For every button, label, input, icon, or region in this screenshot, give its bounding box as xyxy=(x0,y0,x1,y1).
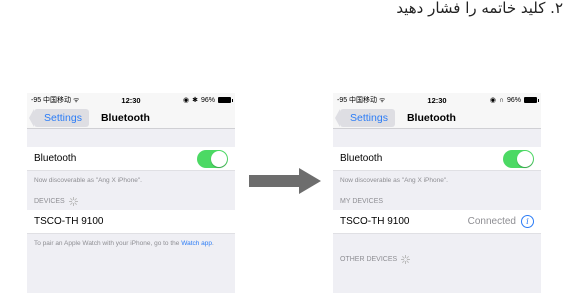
navigation-bar: Settings Bluetooth xyxy=(333,107,541,129)
device-name: TSCO-TH 9100 xyxy=(340,216,410,227)
settings-back-button[interactable]: Settings xyxy=(29,108,89,127)
page-title: Bluetooth xyxy=(100,111,150,124)
status-time: 12:30 xyxy=(427,95,447,105)
bluetooth-label: Bluetooth xyxy=(34,153,77,164)
other-devices-section-header: OTHER DEVICES xyxy=(333,248,541,268)
discoverable-note: Now discoverable as "Ang X iPhone". xyxy=(34,177,142,184)
page-title: Bluetooth xyxy=(406,111,456,124)
bluetooth-row: Bluetooth xyxy=(333,147,541,171)
device-row[interactable]: TSCO-TH 9100 xyxy=(27,210,235,234)
discoverable-note: Now discoverable as "Ang X iPhone". xyxy=(340,177,448,184)
bluetooth-label: Bluetooth xyxy=(340,153,383,164)
settings-back-button[interactable]: Settings xyxy=(335,108,395,127)
my-devices-section-header: MY DEVICES xyxy=(333,190,541,210)
navigation-bar: Settings Bluetooth xyxy=(27,107,235,129)
device-row[interactable]: TSCO-TH 9100 Connected i xyxy=(333,210,541,234)
phone-screen-before: -95 中国移动 ᯤ 12:30 ◉ ✱ 96% Settings Blueto… xyxy=(27,93,235,293)
devices-section-header: DEVICES xyxy=(27,190,235,210)
status-bar: -95 中国移动 ᯤ 12:30 ◉ ✱ 96% xyxy=(27,93,235,107)
other-devices-header-label: OTHER DEVICES xyxy=(340,255,398,263)
my-devices-header-label: MY DEVICES xyxy=(340,197,384,205)
phone-screen-after: -95 中国移动 ᯤ 12:30 ◉ ∩ 96% Settings Blueto… xyxy=(333,93,541,293)
instruction-caption: ۲. کلید خاتمه را فشار دهید xyxy=(396,0,563,17)
loading-spinner-icon xyxy=(68,196,78,206)
devices-header-label: DEVICES xyxy=(34,197,65,205)
bluetooth-toggle[interactable] xyxy=(503,149,534,168)
loading-spinner-icon xyxy=(401,254,411,264)
status-bar: -95 中国移动 ᯤ 12:30 ◉ ∩ 96% xyxy=(333,93,541,107)
device-name: TSCO-TH 9100 xyxy=(34,216,104,227)
info-icon[interactable]: i xyxy=(521,215,534,228)
status-time: 12:30 xyxy=(121,95,141,105)
watch-app-link[interactable]: Watch app xyxy=(181,240,212,247)
bluetooth-row: Bluetooth xyxy=(27,147,235,171)
bluetooth-toggle[interactable] xyxy=(197,149,228,168)
battery-icon xyxy=(524,97,539,103)
apple-watch-note: To pair an Apple Watch with your iPhone,… xyxy=(34,240,214,247)
battery-icon xyxy=(218,97,233,103)
arrow-right-icon xyxy=(249,168,321,194)
device-status: Connected xyxy=(467,216,516,227)
